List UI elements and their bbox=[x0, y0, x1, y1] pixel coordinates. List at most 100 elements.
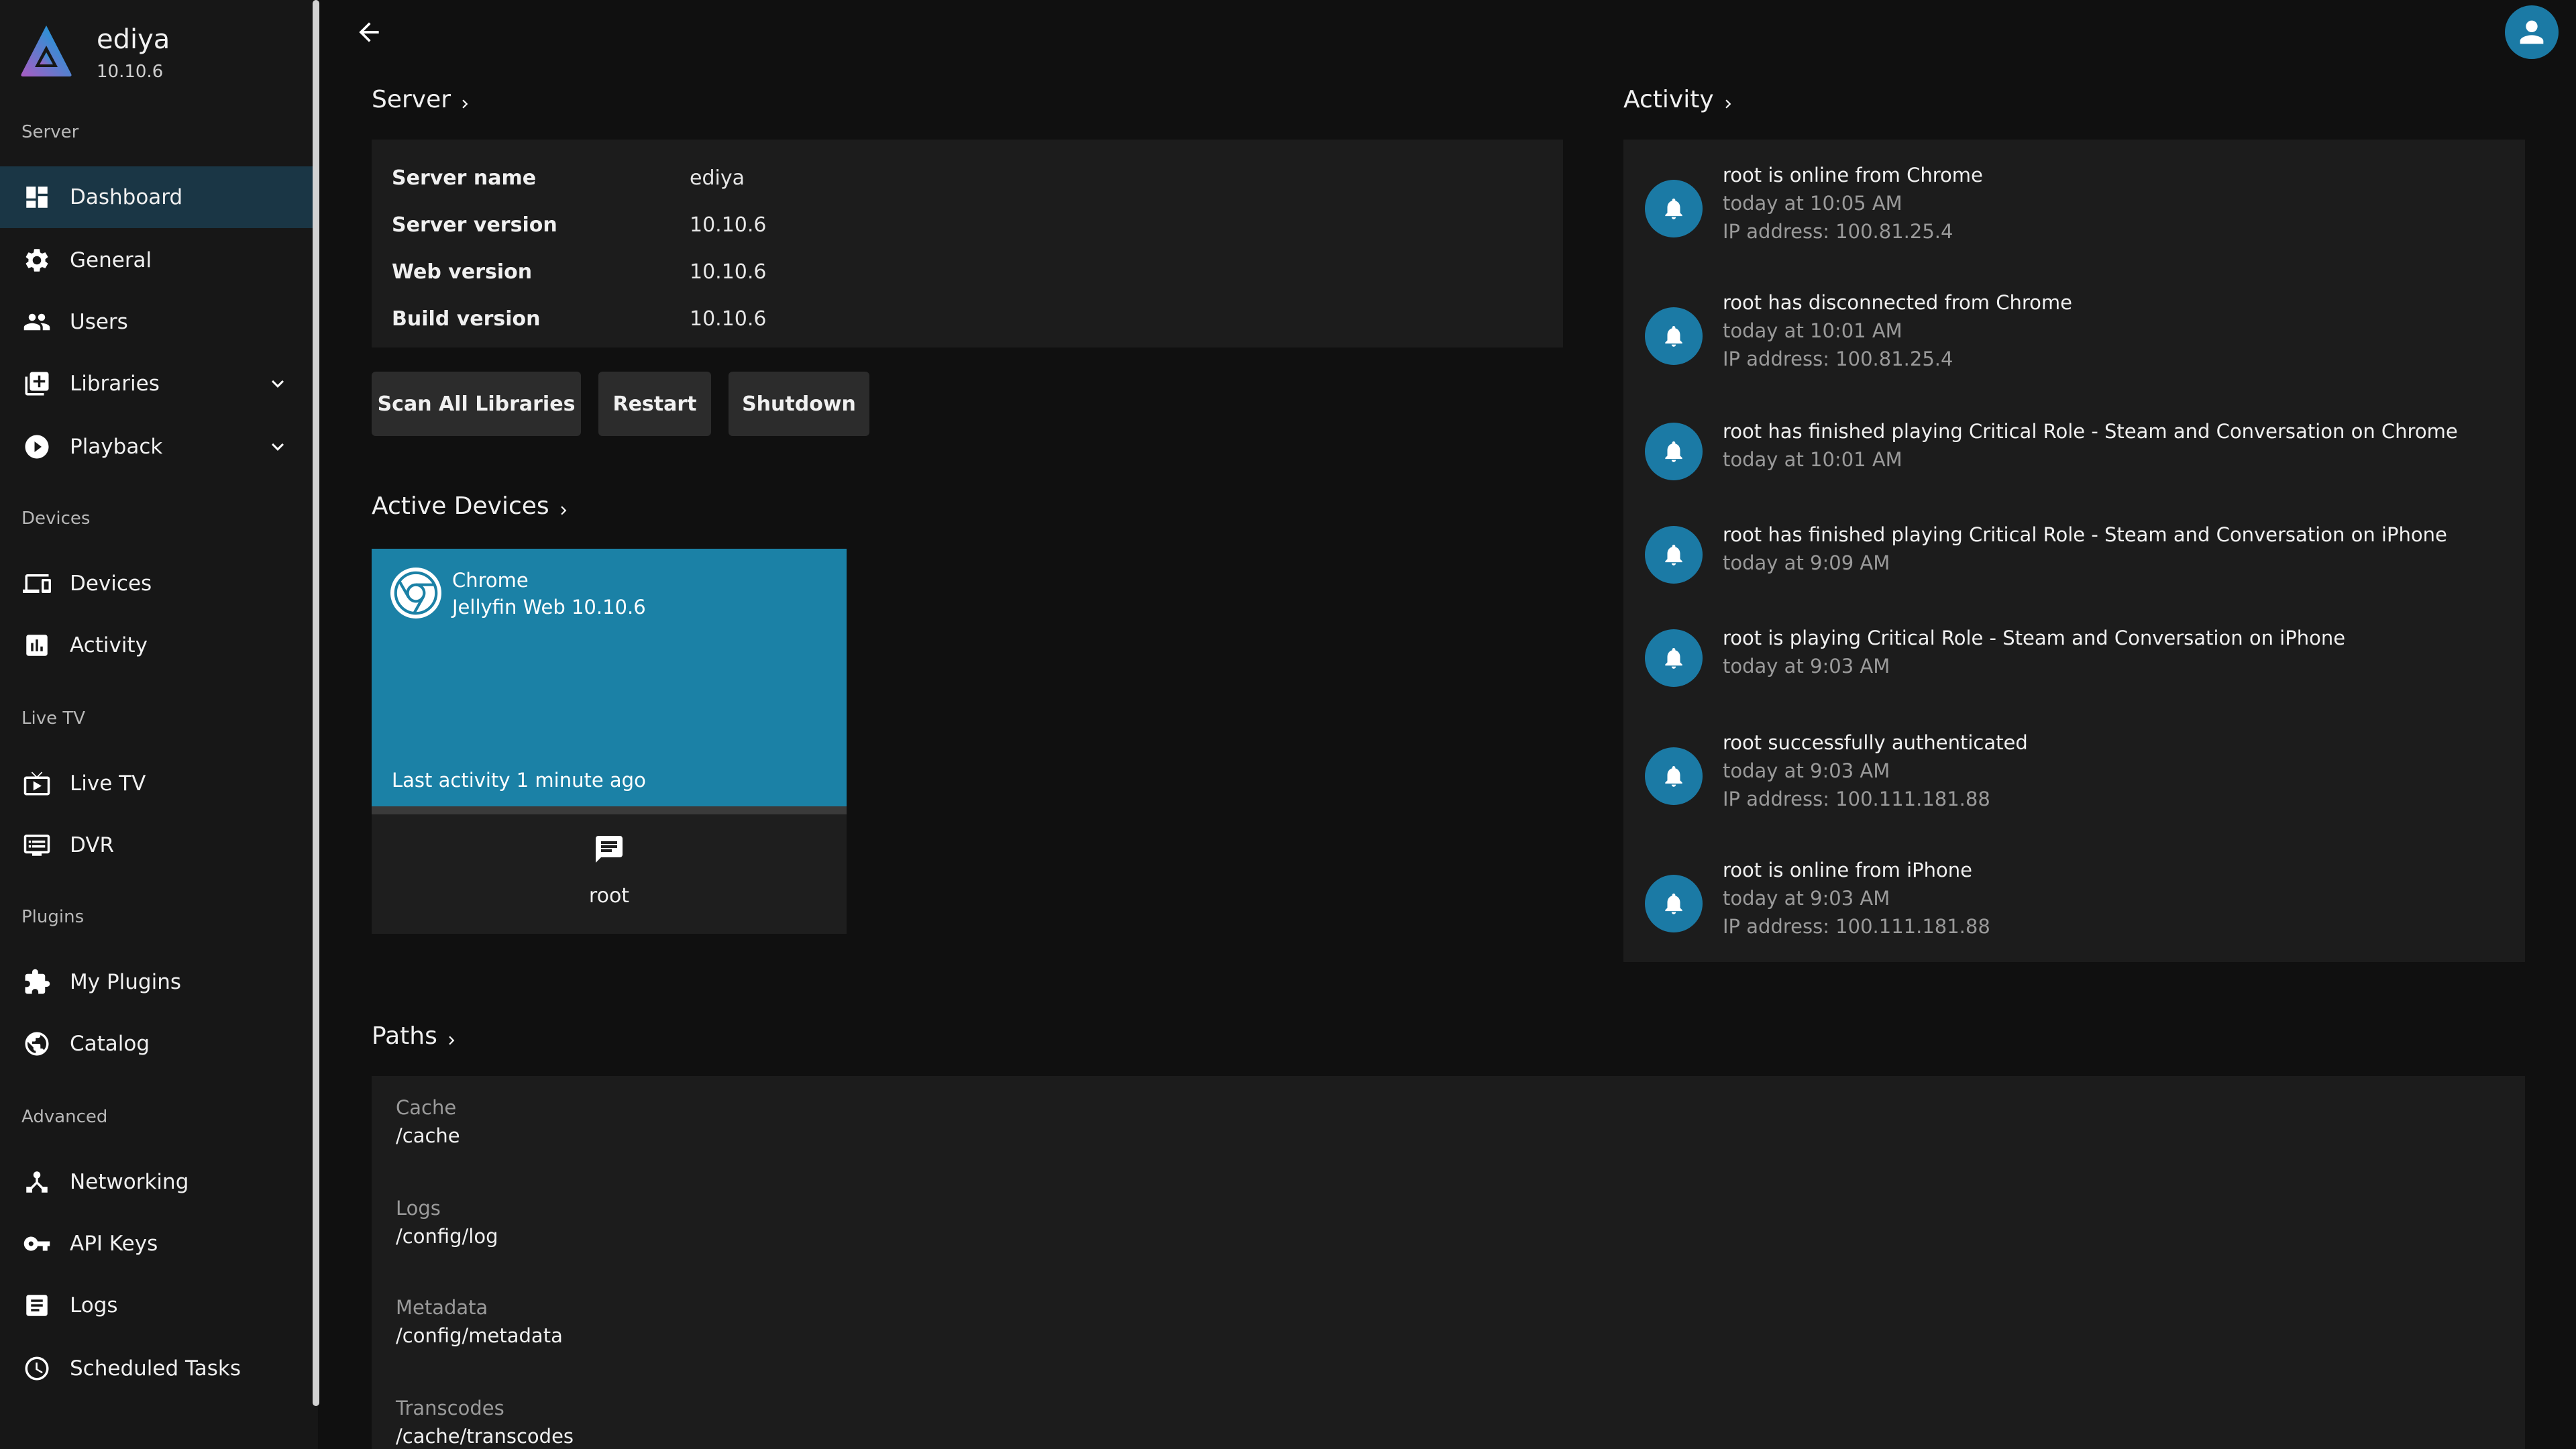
library-add-icon bbox=[23, 370, 51, 398]
device-progress-bar bbox=[372, 806, 847, 814]
bell-icon bbox=[1645, 629, 1703, 687]
sidebar-item-label: My Plugins bbox=[70, 970, 181, 994]
devices-icon bbox=[23, 570, 51, 598]
sidebar-item-dashboard[interactable]: Dashboard bbox=[0, 166, 313, 228]
section-server: Server bbox=[21, 122, 79, 142]
gear-icon bbox=[23, 246, 51, 274]
active-devices-heading-label: Active Devices bbox=[372, 492, 549, 520]
user-avatar[interactable] bbox=[2505, 5, 2559, 59]
sidebar-item-activity[interactable]: Activity bbox=[0, 614, 313, 676]
activity-detail: IP address: 100.111.181.88 bbox=[1723, 788, 1990, 810]
activity-time: today at 9:03 AM bbox=[1723, 655, 1890, 678]
paths-heading-label: Paths bbox=[372, 1022, 437, 1050]
activity-item: root successfully authenticated today at… bbox=[1623, 731, 2525, 832]
path-label: Metadata bbox=[396, 1296, 488, 1319]
info-value: 10.10.6 bbox=[690, 213, 767, 237]
chevron-right-icon bbox=[1719, 91, 1737, 109]
chevron-right-icon bbox=[555, 498, 572, 515]
sidebar-item-playback[interactable]: Playback bbox=[0, 416, 313, 478]
sidebar-scrollbar[interactable] bbox=[313, 0, 319, 1406]
users-icon bbox=[23, 308, 51, 336]
sidebar-item-api-keys[interactable]: API Keys bbox=[0, 1213, 313, 1275]
globe-icon bbox=[23, 1030, 51, 1058]
sidebar-item-label: Catalog bbox=[70, 1032, 150, 1056]
sidebar-item-dvr[interactable]: DVR bbox=[0, 814, 313, 876]
dvr-icon bbox=[23, 831, 51, 859]
sidebar-item-label: Playback bbox=[70, 435, 163, 459]
activity-title: root has disconnected from Chrome bbox=[1723, 291, 2072, 314]
activity-heading[interactable]: Activity bbox=[1623, 86, 1737, 113]
sidebar-item-label: Users bbox=[70, 310, 128, 334]
server-name: ediya bbox=[97, 24, 170, 55]
sidebar-item-label: Networking bbox=[70, 1170, 189, 1194]
active-devices-heading[interactable]: Active Devices bbox=[372, 492, 572, 520]
chevron-right-icon bbox=[443, 1028, 460, 1045]
server-heading[interactable]: Server bbox=[372, 86, 474, 113]
info-value: 10.10.6 bbox=[690, 260, 767, 284]
bell-icon bbox=[1645, 180, 1703, 237]
paths-heading[interactable]: Paths bbox=[372, 1022, 460, 1050]
info-value: 10.10.6 bbox=[690, 307, 767, 331]
sidebar-item-networking[interactable]: Networking bbox=[0, 1151, 313, 1213]
sidebar-item-label: Live TV bbox=[70, 771, 146, 796]
info-key: Build version bbox=[392, 307, 541, 331]
chevron-right-icon bbox=[456, 91, 474, 109]
sidebar-item-live-tv[interactable]: Live TV bbox=[0, 753, 313, 814]
device-card-header[interactable]: Chrome Jellyfin Web 10.10.6 Last activit… bbox=[372, 549, 847, 806]
activity-detail: IP address: 100.111.181.88 bbox=[1723, 915, 1990, 938]
device-card[interactable]: Chrome Jellyfin Web 10.10.6 Last activit… bbox=[372, 549, 847, 934]
device-user: root bbox=[588, 884, 630, 908]
arrow-back-icon[interactable] bbox=[354, 17, 384, 47]
bell-icon bbox=[1645, 423, 1703, 480]
scan-all-libraries-button[interactable]: Scan All Libraries bbox=[372, 372, 581, 436]
activity-item: root is playing Critical Role - Steam an… bbox=[1623, 627, 2525, 700]
sidebar-item-label: General bbox=[70, 248, 152, 272]
shutdown-button[interactable]: Shutdown bbox=[729, 372, 869, 436]
activity-time: today at 9:09 AM bbox=[1723, 551, 1890, 574]
section-advanced: Advanced bbox=[21, 1107, 108, 1127]
sidebar-item-label: DVR bbox=[70, 833, 115, 857]
info-key: Server version bbox=[392, 213, 557, 237]
activity-detail: IP address: 100.81.25.4 bbox=[1723, 347, 1953, 370]
section-devices: Devices bbox=[21, 508, 91, 529]
sidebar-item-users[interactable]: Users bbox=[0, 291, 313, 353]
activity-time: today at 10:01 AM bbox=[1723, 319, 1902, 342]
sidebar-item-label: Activity bbox=[70, 633, 148, 657]
network-icon bbox=[23, 1168, 51, 1196]
activity-heading-label: Activity bbox=[1623, 86, 1714, 113]
device-client: Jellyfin Web 10.10.6 bbox=[452, 596, 646, 619]
path-value: /config/log bbox=[396, 1225, 498, 1248]
activity-list: root is online from Chrome today at 10:0… bbox=[1623, 140, 2525, 962]
bar-chart-icon bbox=[23, 631, 51, 659]
play-circle-icon bbox=[23, 433, 51, 461]
activity-title: root is online from iPhone bbox=[1723, 859, 1973, 881]
path-value: /cache/transcodes bbox=[396, 1425, 574, 1448]
chevron-down-icon[interactable] bbox=[266, 372, 290, 396]
sidebar-item-general[interactable]: General bbox=[0, 229, 313, 291]
activity-title: root is playing Critical Role - Steam an… bbox=[1723, 627, 2346, 649]
activity-time: today at 10:05 AM bbox=[1723, 192, 1902, 215]
activity-time: today at 9:03 AM bbox=[1723, 887, 1890, 910]
path-label: Logs bbox=[396, 1197, 441, 1220]
sidebar: ediya 10.10.6 Server Dashboard General U… bbox=[0, 0, 319, 1449]
chevron-down-icon[interactable] bbox=[266, 435, 290, 459]
path-label: Transcodes bbox=[396, 1397, 504, 1419]
server-info-card: Server name ediya Server version 10.10.6… bbox=[372, 140, 1563, 347]
sidebar-item-my-plugins[interactable]: My Plugins bbox=[0, 951, 313, 1013]
activity-item: root has finished playing Critical Role … bbox=[1623, 420, 2525, 494]
sidebar-item-label: Dashboard bbox=[70, 185, 183, 209]
info-key: Web version bbox=[392, 260, 533, 284]
sidebar-item-libraries[interactable]: Libraries bbox=[0, 353, 313, 415]
info-value: ediya bbox=[690, 166, 745, 190]
paths-list: Cache /cache Logs /config/log Metadata /… bbox=[372, 1076, 2525, 1449]
puzzle-icon bbox=[23, 968, 51, 996]
sidebar-item-devices[interactable]: Devices bbox=[0, 553, 313, 614]
section-live-tv: Live TV bbox=[21, 708, 86, 729]
device-last-activity: Last activity 1 minute ago bbox=[392, 769, 646, 792]
message-icon[interactable] bbox=[593, 833, 625, 865]
restart-button[interactable]: Restart bbox=[598, 372, 711, 436]
sidebar-item-logs[interactable]: Logs bbox=[0, 1275, 313, 1336]
person-icon bbox=[2520, 20, 2544, 44]
sidebar-item-scheduled-tasks[interactable]: Scheduled Tasks bbox=[0, 1338, 313, 1399]
sidebar-item-catalog[interactable]: Catalog bbox=[0, 1013, 313, 1075]
